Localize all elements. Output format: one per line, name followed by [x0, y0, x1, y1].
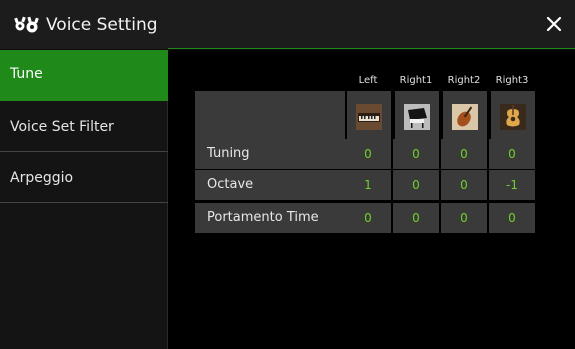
- column-header-right1: Right1: [399, 75, 433, 86]
- column-header-right2: Right2: [447, 75, 481, 86]
- acoustic-guitar-icon: [500, 104, 526, 130]
- tuning-right2-value[interactable]: 0: [441, 139, 487, 169]
- tuning-left-value[interactable]: 0: [345, 139, 391, 169]
- row-label-tuning: Tuning: [195, 139, 345, 169]
- voice-left-cell[interactable]: [347, 91, 391, 143]
- voice-right3-cell[interactable]: [491, 91, 535, 143]
- grand-piano-icon: [404, 104, 430, 130]
- column-header-right3: Right3: [495, 75, 529, 86]
- image-row-label-cell: [195, 91, 345, 143]
- row-label-octave: Octave: [195, 170, 345, 200]
- portamento-right3-value[interactable]: 0: [489, 203, 535, 233]
- portamento-right2-value[interactable]: 0: [441, 203, 487, 233]
- close-button[interactable]: [541, 10, 567, 38]
- voice-setting-icon: [14, 16, 40, 34]
- voice-right2-cell[interactable]: [443, 91, 487, 143]
- tab-voice-set-filter[interactable]: Voice Set Filter: [0, 102, 168, 152]
- portamento-left-value[interactable]: 0: [345, 203, 391, 233]
- row-label-portamento-time: Portamento Time: [195, 203, 345, 233]
- header-divider: [168, 48, 575, 49]
- tuning-right3-value[interactable]: 0: [489, 139, 535, 169]
- tab-arpeggio[interactable]: Arpeggio: [0, 153, 168, 203]
- column-header-left: Left: [358, 75, 378, 86]
- sidebar: Tune Voice Set Filter Arpeggio: [0, 50, 168, 349]
- window-title: Voice Setting: [46, 15, 158, 35]
- octave-left-value[interactable]: 1: [345, 170, 391, 200]
- tuning-right1-value[interactable]: 0: [393, 139, 439, 169]
- electric-piano-icon: [356, 104, 382, 130]
- close-icon: [546, 16, 562, 32]
- title-bar: Voice Setting: [0, 0, 575, 50]
- violin-icon: [452, 104, 478, 130]
- octave-right1-value[interactable]: 0: [393, 170, 439, 200]
- voice-right1-cell[interactable]: [395, 91, 439, 143]
- portamento-right1-value[interactable]: 0: [393, 203, 439, 233]
- octave-right3-value[interactable]: -1: [489, 170, 535, 200]
- tab-tune[interactable]: Tune: [0, 50, 168, 101]
- octave-right2-value[interactable]: 0: [441, 170, 487, 200]
